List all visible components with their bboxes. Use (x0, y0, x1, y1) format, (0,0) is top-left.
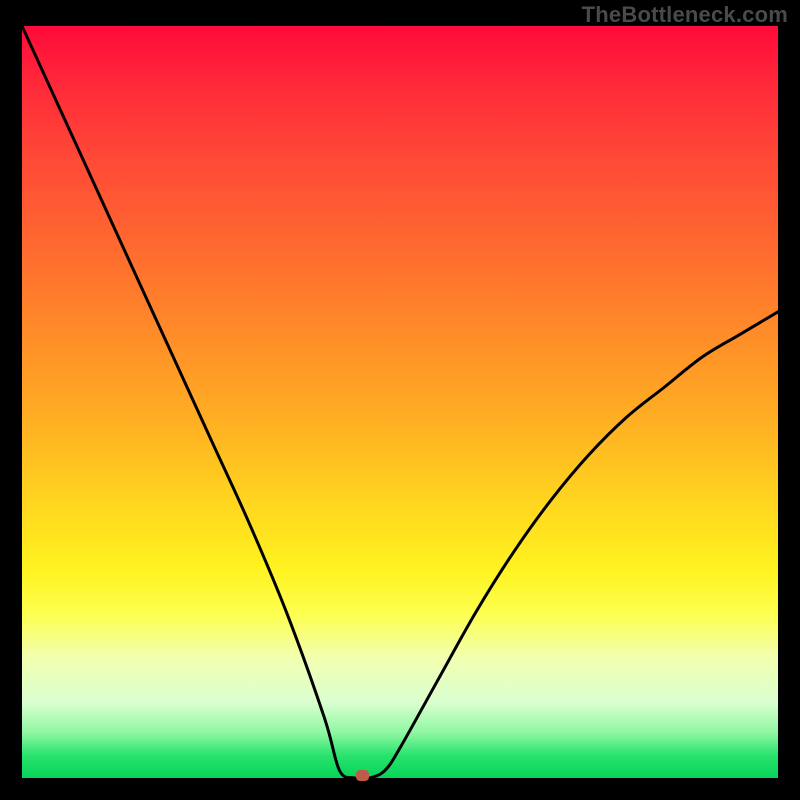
chart-frame: TheBottleneck.com (0, 0, 800, 800)
watermark-text: TheBottleneck.com (582, 2, 788, 28)
bottleneck-curve (22, 26, 778, 778)
optimal-marker (356, 770, 369, 781)
plot-area (22, 26, 778, 778)
